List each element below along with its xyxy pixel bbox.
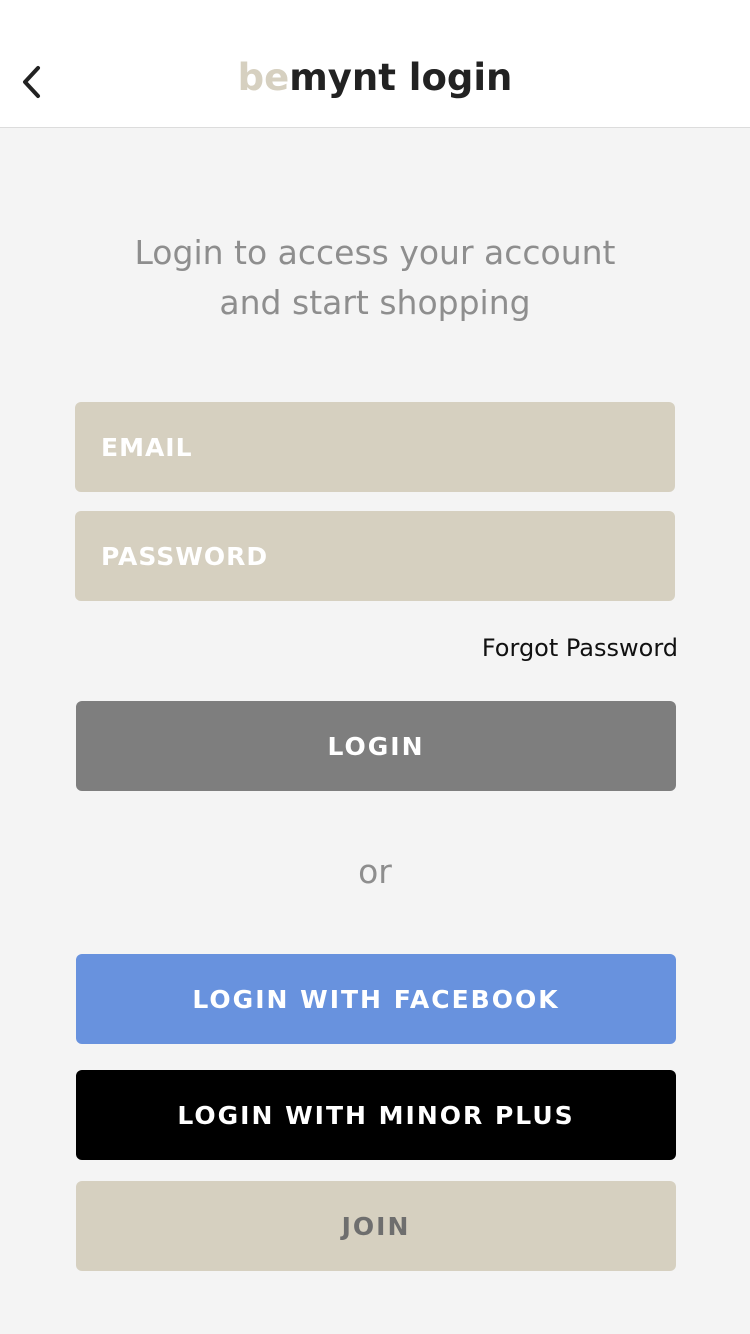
intro-text: Login to access your account and start s…	[0, 228, 750, 328]
login-button[interactable]: LOGIN	[76, 701, 676, 791]
or-divider: or	[358, 852, 392, 891]
intro-line-1: Login to access your account	[134, 233, 616, 272]
email-field[interactable]	[75, 402, 675, 492]
intro-line-2: and start shopping	[219, 283, 531, 322]
title-text: mynt login	[289, 56, 513, 99]
page-title: bemynt login	[0, 56, 750, 99]
brand-prefix: be	[237, 56, 290, 99]
login-with-facebook-button[interactable]: LOGIN WITH FACEBOOK	[76, 954, 676, 1044]
join-button[interactable]: JOIN	[76, 1181, 676, 1271]
login-with-minor-plus-button[interactable]: LOGIN WITH MINOR PLUS	[76, 1070, 676, 1160]
app-header: bemynt login	[0, 0, 750, 128]
forgot-password-link[interactable]: Forgot Password	[482, 634, 678, 662]
password-field[interactable]	[75, 511, 675, 601]
